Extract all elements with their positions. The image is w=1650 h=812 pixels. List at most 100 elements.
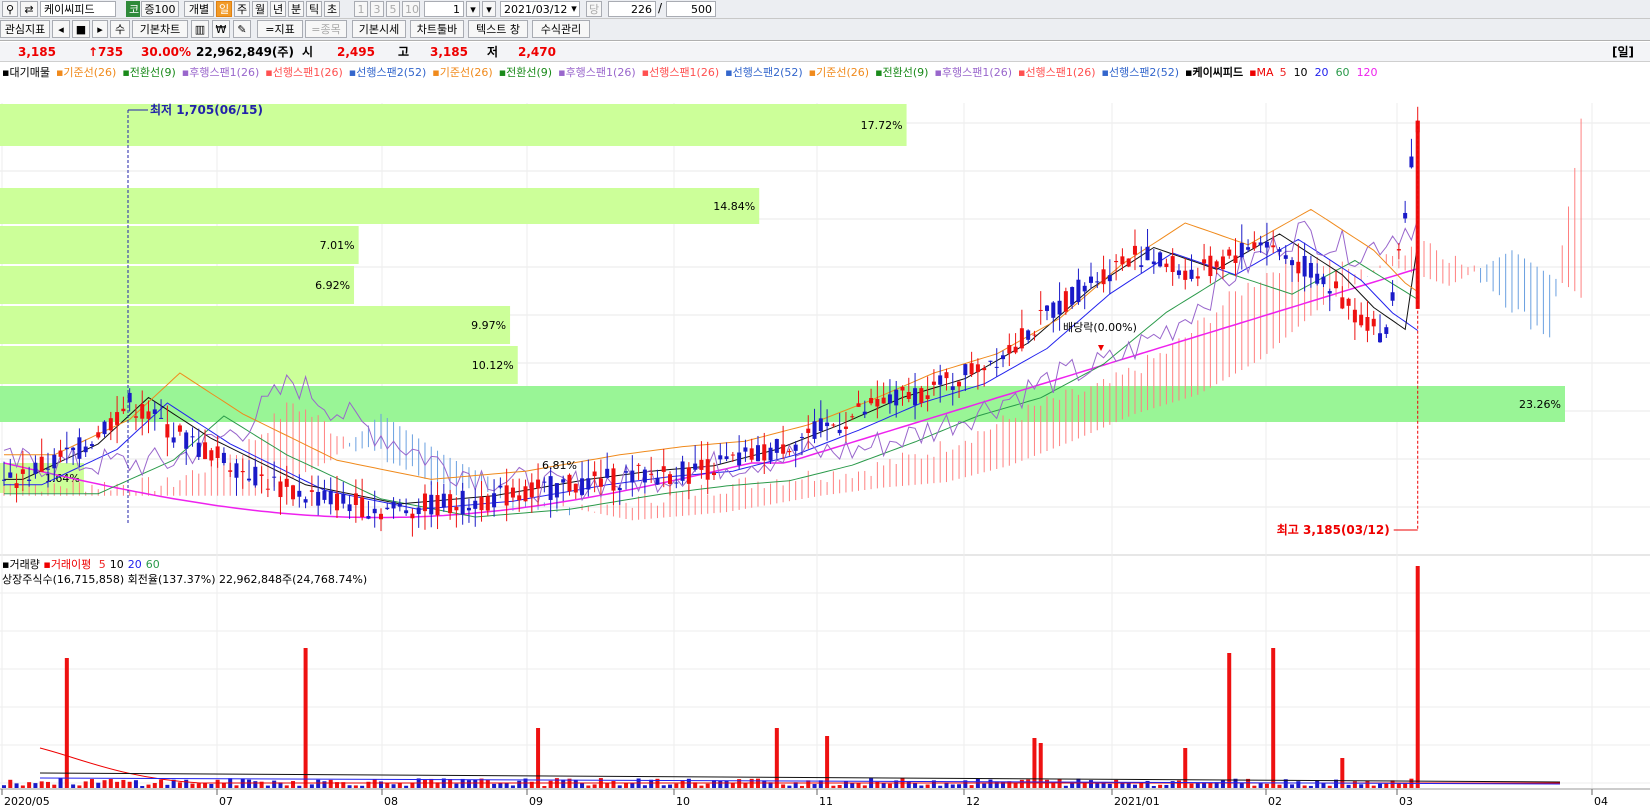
basic-chart-button[interactable]: 기본차트 xyxy=(132,20,188,38)
volume-bar xyxy=(1057,779,1062,788)
chevron-down-icon[interactable]: ▾ xyxy=(482,1,496,17)
legend-item[interactable]: ▪선행스팬2(52) xyxy=(725,66,803,79)
candle-body xyxy=(875,398,880,407)
interval-3[interactable]: 3 xyxy=(370,1,384,17)
candle-body xyxy=(712,472,716,476)
individual-button[interactable]: 개별 xyxy=(184,1,214,17)
candle-body xyxy=(881,397,886,404)
interval-1[interactable]: 1 xyxy=(354,1,368,17)
scroll-left-icon[interactable]: ◂ xyxy=(52,20,70,38)
volume-bar xyxy=(360,785,365,788)
volume-bar xyxy=(152,783,157,788)
won-icon[interactable]: ₩ xyxy=(212,20,230,38)
legend-ma-item[interactable]: 10 xyxy=(1294,66,1308,79)
volume-bar xyxy=(699,785,704,788)
candle-body xyxy=(718,455,723,460)
period-second[interactable]: 초 xyxy=(324,1,340,17)
candle-body xyxy=(743,447,748,452)
wrench-icon[interactable]: ✎ xyxy=(233,20,251,38)
plus-button[interactable]: 수 xyxy=(110,20,130,38)
candle-icon[interactable]: ▥ xyxy=(191,20,209,38)
indicator-add-button[interactable]: =지표 xyxy=(257,20,303,38)
count-total-input[interactable]: 500 xyxy=(666,1,716,17)
volume-bar xyxy=(649,779,654,788)
candle-body xyxy=(1145,246,1150,261)
legend-ma-item[interactable]: 20 xyxy=(1315,66,1329,79)
toolbar-top: ⚲ ⇄ 케이씨피드 코 증100 개별 일 주 월 년 분 틱 초 1 3 5 … xyxy=(0,0,1650,19)
volume-bar xyxy=(2,785,6,788)
ratio-badge[interactable]: 증100 xyxy=(141,1,179,17)
volume-bar xyxy=(372,779,377,788)
formula-mgmt-button[interactable]: 수식관리 xyxy=(532,20,590,38)
candle-body xyxy=(1176,270,1181,276)
legend-ma-item[interactable]: 120 xyxy=(1357,66,1378,79)
legend-item[interactable]: ▪후행스팬1(26) xyxy=(182,66,260,79)
candle-body xyxy=(316,491,321,506)
stock-add-button[interactable]: =종목 xyxy=(305,20,347,38)
current-price: 3,185 xyxy=(18,45,56,59)
volume-bar xyxy=(799,785,804,788)
legend-item[interactable]: ▪전환선(9) xyxy=(122,66,175,79)
volume-ma-item[interactable]: 5 xyxy=(99,558,106,571)
period-year[interactable]: 년 xyxy=(270,1,286,17)
legend-item[interactable]: ▪선행스팬1(26) xyxy=(642,66,720,79)
legend-item[interactable]: ▪후행스팬1(26) xyxy=(934,66,1012,79)
chevron-down-icon[interactable]: ▾ xyxy=(567,1,581,17)
legend-item[interactable]: ▪후행스팬1(26) xyxy=(558,66,636,79)
interval-5[interactable]: 5 xyxy=(386,1,400,17)
basic-quote-button[interactable]: 기본시세 xyxy=(352,20,406,38)
volume-bar xyxy=(127,781,132,788)
volume-ma-item[interactable]: 10 xyxy=(110,558,124,571)
stock-name-input[interactable]: 케이씨피드 xyxy=(40,1,116,17)
indicator-button[interactable]: 관심지표 xyxy=(0,20,50,38)
volume-bar xyxy=(1290,784,1295,788)
period-week[interactable]: 주 xyxy=(234,1,250,17)
candle-body xyxy=(1101,269,1106,285)
candle-body xyxy=(1214,261,1219,268)
stop-icon[interactable]: ■ xyxy=(72,20,90,38)
search-icon[interactable]: ⚲ xyxy=(2,1,18,17)
legend-item[interactable]: ▪기준선(26) xyxy=(809,66,869,79)
legend-item[interactable]: ▪전환선(9) xyxy=(499,66,552,79)
interval-input[interactable]: 1 xyxy=(424,1,464,17)
chart-toolbar-button[interactable]: 차트툴바 xyxy=(410,20,464,38)
candle-body xyxy=(793,444,798,451)
candle-body xyxy=(221,452,226,464)
scroll-right-icon[interactable]: ▸ xyxy=(92,20,108,38)
volume-ma-item[interactable]: 20 xyxy=(128,558,142,571)
candle-body xyxy=(586,478,591,490)
legend-item[interactable]: ▪선행스팬2(52) xyxy=(349,66,427,79)
legend-ma-item[interactable]: 60 xyxy=(1336,66,1350,79)
period-tick[interactable]: 틱 xyxy=(306,1,322,17)
candle-body xyxy=(661,466,666,472)
candle-body xyxy=(1088,276,1093,283)
candle-body xyxy=(1107,275,1112,282)
period-day[interactable]: 일 xyxy=(216,1,232,17)
chevron-down-icon[interactable]: ▾ xyxy=(466,1,480,17)
volume-bar xyxy=(548,780,553,788)
legend-item[interactable]: ▪기준선(26) xyxy=(56,66,116,79)
toolbar-bottom: 관심지표 ◂ ■ ▸ 수 기본차트 ▥ ₩ ✎ =지표 =종목 기본시세 차트툴… xyxy=(0,19,1650,41)
volume-bar xyxy=(1189,783,1194,788)
period-month[interactable]: 월 xyxy=(252,1,268,17)
price-chart[interactable]: 17.72% 14.84% 7.01% 6.92% 9.97% 10.12% 23.26% 1… xyxy=(0,83,1650,812)
legend-item[interactable]: ▪선행스팬1(26) xyxy=(265,66,343,79)
legend-ma-item[interactable]: 5 xyxy=(1280,66,1287,79)
candle-body xyxy=(1045,305,1050,311)
legend-item[interactable]: ▪기준선(26) xyxy=(432,66,492,79)
candle-body xyxy=(674,482,679,484)
legend-item[interactable]: ▪대기매물 xyxy=(2,66,50,79)
volume-bar xyxy=(454,783,459,788)
swap-icon[interactable]: ⇄ xyxy=(20,1,38,17)
candle-body xyxy=(102,421,107,435)
legend-item[interactable]: ▪선행스팬2(52) xyxy=(1102,66,1180,79)
period-minute[interactable]: 분 xyxy=(288,1,304,17)
volume-ma-item[interactable]: 60 xyxy=(146,558,160,571)
count-shown-input[interactable]: 226 xyxy=(608,1,656,17)
legend-stock[interactable]: ▪케이씨피드 xyxy=(1185,66,1243,79)
legend-item[interactable]: ▪전환선(9) xyxy=(875,66,928,79)
interval-10[interactable]: 10 xyxy=(402,1,420,17)
legend-item[interactable]: ▪선행스팬1(26) xyxy=(1018,66,1096,79)
volume-bar xyxy=(39,781,44,788)
text-window-button[interactable]: 텍스트 창 xyxy=(468,20,528,38)
